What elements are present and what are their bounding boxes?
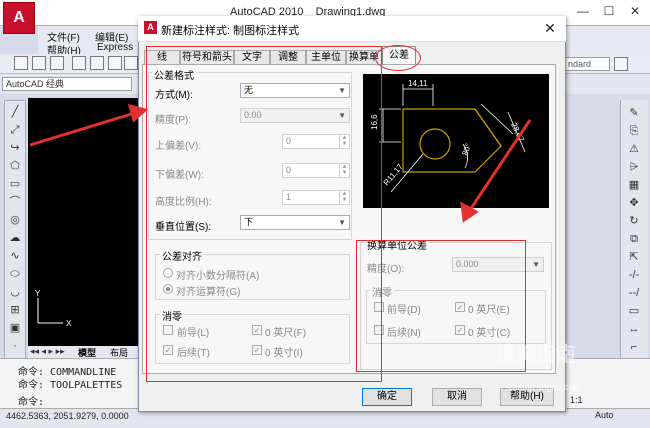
- watermark: 搜狗指南: [496, 344, 576, 366]
- watermark-url: zhinan.sogou.com: [508, 382, 582, 392]
